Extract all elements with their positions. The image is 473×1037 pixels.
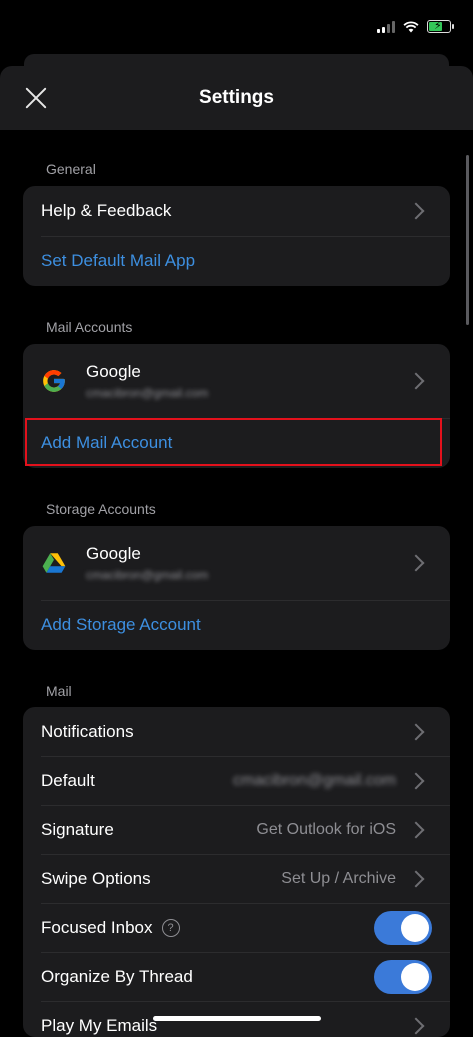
organize-by-thread-label: Organize By Thread — [41, 966, 193, 986]
google-mail-account-row[interactable]: Google cmacibron@gmail.com — [23, 344, 450, 418]
toggle-knob — [401, 913, 429, 942]
settings-header: Settings — [0, 66, 473, 130]
signature-row[interactable]: Signature Get Outlook for iOS — [23, 805, 450, 854]
notifications-label: Notifications — [41, 721, 134, 741]
general-card: Help & Feedback Set Default Mail App — [23, 186, 450, 286]
swipe-options-row[interactable]: Swipe Options Set Up / Archive — [23, 854, 450, 903]
add-mail-account-link[interactable]: Add Mail Account — [23, 418, 450, 468]
help-feedback-row[interactable]: Help & Feedback — [23, 186, 450, 236]
chevron-right-icon — [407, 372, 425, 390]
chevron-right-icon — [407, 870, 425, 887]
wifi-icon — [403, 20, 419, 32]
battery-icon: ⚡ — [427, 20, 454, 33]
storage-account-email: cmacibron@gmail.com — [86, 568, 209, 582]
cellular-signal-icon — [377, 20, 395, 33]
default-label: Default — [41, 770, 95, 790]
chevron-right-icon — [407, 723, 425, 740]
storage-accounts-card: Google cmacibron@gmail.com Add Storage A… — [23, 526, 450, 650]
section-label-storage-accounts: Storage Accounts — [46, 501, 156, 517]
signature-label: Signature — [41, 819, 114, 839]
google-icon — [43, 370, 65, 392]
google-storage-account-row[interactable]: Google cmacibron@gmail.com — [23, 526, 450, 600]
mail-account-email: cmacibron@gmail.com — [86, 386, 209, 400]
page-title: Settings — [199, 87, 274, 108]
section-label-general: General — [46, 161, 96, 177]
status-bar: ⚡ — [0, 0, 473, 56]
add-mail-account-label: Add Mail Account — [41, 433, 173, 452]
set-default-mail-app-label: Set Default Mail App — [41, 251, 196, 270]
notifications-row[interactable]: Notifications — [23, 707, 450, 756]
close-icon[interactable] — [24, 86, 48, 110]
focused-inbox-label-wrap: Focused Inbox? — [41, 918, 374, 938]
home-indicator[interactable] — [153, 1016, 321, 1021]
chevron-right-icon — [407, 202, 425, 220]
section-label-mail-accounts: Mail Accounts — [46, 319, 133, 335]
chevron-right-icon — [407, 772, 425, 789]
toggle-knob — [401, 962, 429, 991]
swipe-options-label: Swipe Options — [41, 868, 151, 888]
google-drive-icon — [42, 553, 66, 573]
add-storage-account-label: Add Storage Account — [41, 615, 201, 634]
chevron-right-icon — [407, 554, 425, 572]
scrollbar[interactable] — [466, 155, 469, 325]
swipe-options-value: Set Up / Archive — [281, 869, 396, 887]
default-account-row[interactable]: Default cmacibron@gmail.com — [23, 756, 450, 805]
focused-inbox-label: Focused Inbox — [41, 917, 153, 937]
focused-inbox-toggle[interactable] — [374, 910, 432, 945]
chevron-right-icon — [407, 1017, 425, 1034]
signature-value: Get Outlook for iOS — [256, 820, 396, 838]
focused-inbox-row: Focused Inbox? — [23, 903, 450, 952]
add-storage-account-link[interactable]: Add Storage Account — [23, 600, 450, 650]
help-icon[interactable]: ? — [161, 919, 180, 938]
chevron-right-icon — [407, 821, 425, 838]
organize-by-thread-toggle[interactable] — [374, 959, 432, 994]
organize-by-thread-row: Organize By Thread — [23, 952, 450, 1001]
default-account-value: cmacibron@gmail.com — [233, 771, 396, 789]
mail-accounts-card: Google cmacibron@gmail.com Add Mail Acco… — [23, 344, 450, 468]
mail-card: Notifications Default cmacibron@gmail.co… — [23, 707, 450, 1037]
help-feedback-label: Help & Feedback — [41, 201, 172, 220]
set-default-mail-app-link[interactable]: Set Default Mail App — [23, 236, 450, 286]
storage-account-name: Google — [86, 544, 141, 563]
section-label-mail: Mail — [46, 683, 72, 699]
mail-account-name: Google — [86, 362, 141, 381]
